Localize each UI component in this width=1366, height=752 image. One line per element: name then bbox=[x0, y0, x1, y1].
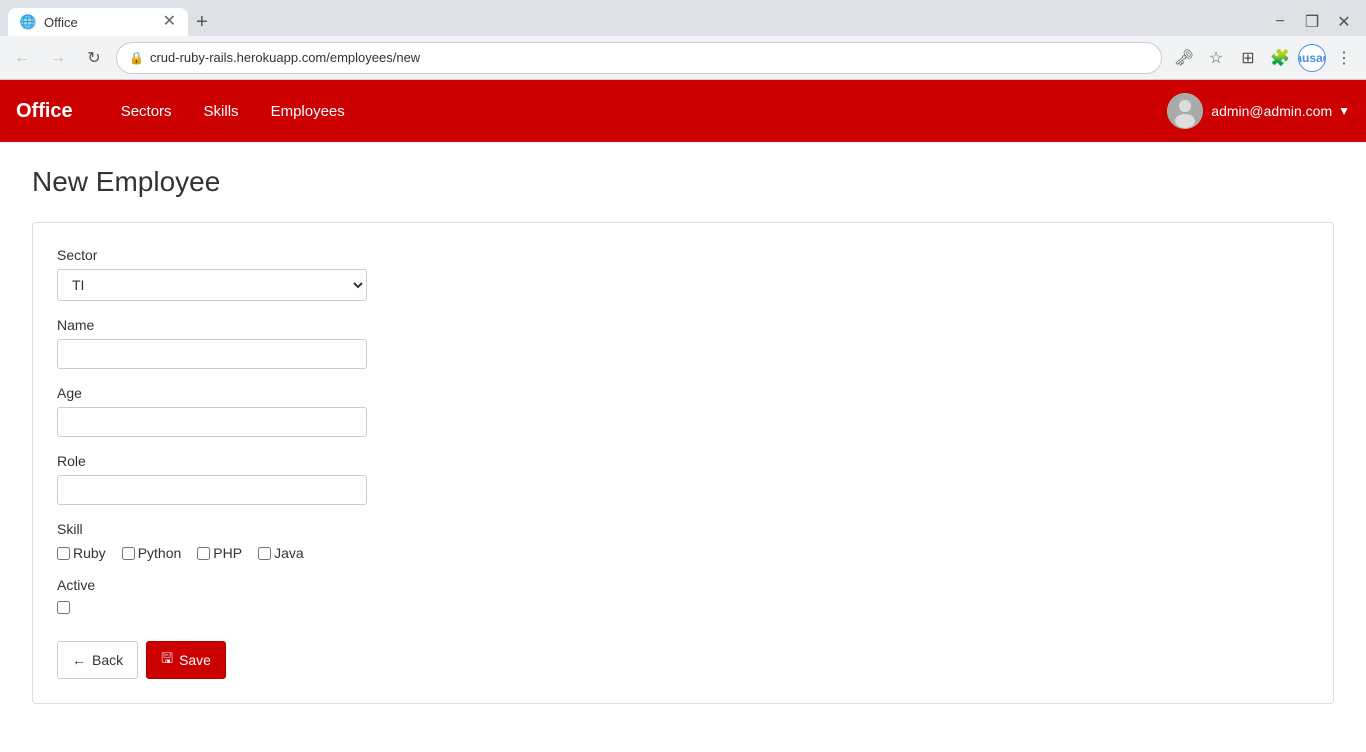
nav-link-skills[interactable]: Skills bbox=[188, 83, 255, 140]
sector-group: Sector TI HR Finance Marketing bbox=[57, 247, 1309, 301]
skill-ruby-item: Ruby bbox=[57, 545, 106, 561]
role-label: Role bbox=[57, 453, 1309, 469]
role-group: Role bbox=[57, 453, 1309, 505]
form-buttons: ← Back 🖫 Save bbox=[57, 641, 1309, 679]
back-nav-button[interactable]: ← bbox=[8, 44, 36, 72]
tab-close-button[interactable]: ✕ bbox=[163, 14, 176, 30]
save-icon: 🖫 bbox=[161, 648, 173, 672]
tab-title: Office bbox=[44, 15, 78, 30]
url-text: crud-ruby-rails.herokuapp.com/employees/… bbox=[150, 50, 420, 65]
sector-select[interactable]: TI HR Finance Marketing bbox=[57, 269, 367, 301]
user-dropdown-button[interactable]: admin@admin.com ▼ bbox=[1211, 103, 1350, 119]
forward-nav-button[interactable]: → bbox=[44, 44, 72, 72]
skill-java-item: Java bbox=[258, 545, 304, 561]
reload-button[interactable]: ↻ bbox=[80, 44, 108, 72]
minimize-button[interactable]: − bbox=[1266, 8, 1294, 36]
key-icon[interactable]: 🗝 bbox=[1170, 44, 1198, 72]
nav-link-sectors[interactable]: Sectors bbox=[105, 83, 188, 140]
back-arrow-icon: ← bbox=[72, 652, 86, 668]
age-group: Age bbox=[57, 385, 1309, 437]
age-label: Age bbox=[57, 385, 1309, 401]
page-title: New Employee bbox=[32, 166, 1334, 198]
nav-link-employees[interactable]: Employees bbox=[255, 83, 361, 140]
menu-button[interactable]: ⋮ bbox=[1330, 44, 1358, 72]
tab-favicon: 🌐 bbox=[20, 14, 36, 30]
navbar-nav: Sectors Skills Employees bbox=[105, 83, 361, 140]
active-checkbox[interactable] bbox=[57, 601, 70, 614]
navbar-brand[interactable]: Office bbox=[16, 100, 73, 123]
skill-php-checkbox[interactable] bbox=[197, 547, 210, 560]
save-label: Save bbox=[179, 652, 211, 668]
back-button[interactable]: ← Back bbox=[57, 641, 138, 679]
save-button[interactable]: 🖫 Save bbox=[146, 641, 226, 679]
maximize-button[interactable]: ❒ bbox=[1298, 8, 1326, 36]
navbar-right: admin@admin.com ▼ bbox=[1167, 93, 1350, 129]
back-label: Back bbox=[92, 652, 123, 668]
skill-ruby-checkbox[interactable] bbox=[57, 547, 70, 560]
user-email: admin@admin.com bbox=[1211, 103, 1332, 119]
skill-php-label: PHP bbox=[213, 545, 242, 561]
skill-python-label: Python bbox=[138, 545, 182, 561]
name-label: Name bbox=[57, 317, 1309, 333]
age-input[interactable] bbox=[57, 407, 367, 437]
main-content: New Employee Sector TI HR Finance Market… bbox=[0, 142, 1366, 752]
active-group: Active bbox=[57, 577, 1309, 617]
dropdown-arrow-icon: ▼ bbox=[1338, 104, 1350, 118]
active-label: Active bbox=[57, 577, 1309, 593]
skill-java-checkbox[interactable] bbox=[258, 547, 271, 560]
skill-checkboxes: Ruby Python PHP Java bbox=[57, 545, 1309, 561]
skill-python-item: Python bbox=[122, 545, 182, 561]
new-tab-button[interactable]: + bbox=[192, 7, 212, 38]
avatar-icon bbox=[1167, 93, 1203, 129]
close-button[interactable]: ✕ bbox=[1330, 8, 1358, 36]
skill-label: Skill bbox=[57, 521, 1309, 537]
skill-group: Skill Ruby Python PHP bbox=[57, 521, 1309, 561]
skill-python-checkbox[interactable] bbox=[122, 547, 135, 560]
role-input[interactable] bbox=[57, 475, 367, 505]
puzzle-icon[interactable]: 🧩 bbox=[1266, 44, 1294, 72]
user-avatar bbox=[1167, 93, 1203, 129]
skill-java-label: Java bbox=[274, 545, 304, 561]
skill-ruby-label: Ruby bbox=[73, 545, 106, 561]
navbar: Office Sectors Skills Employees bbox=[0, 80, 1366, 142]
name-group: Name bbox=[57, 317, 1309, 369]
star-icon[interactable]: ☆ bbox=[1202, 44, 1230, 72]
skill-php-item: PHP bbox=[197, 545, 242, 561]
profile-label: Pausada bbox=[1298, 51, 1326, 65]
address-bar[interactable]: 🔒 crud-ruby-rails.herokuapp.com/employee… bbox=[116, 42, 1162, 74]
profile-button[interactable]: Pausada bbox=[1298, 44, 1326, 72]
name-input[interactable] bbox=[57, 339, 367, 369]
sector-label: Sector bbox=[57, 247, 1309, 263]
lock-icon: 🔒 bbox=[129, 51, 144, 65]
form-card: Sector TI HR Finance Marketing Name Age bbox=[32, 222, 1334, 704]
extensions-icon[interactable]: ⊞ bbox=[1234, 44, 1262, 72]
